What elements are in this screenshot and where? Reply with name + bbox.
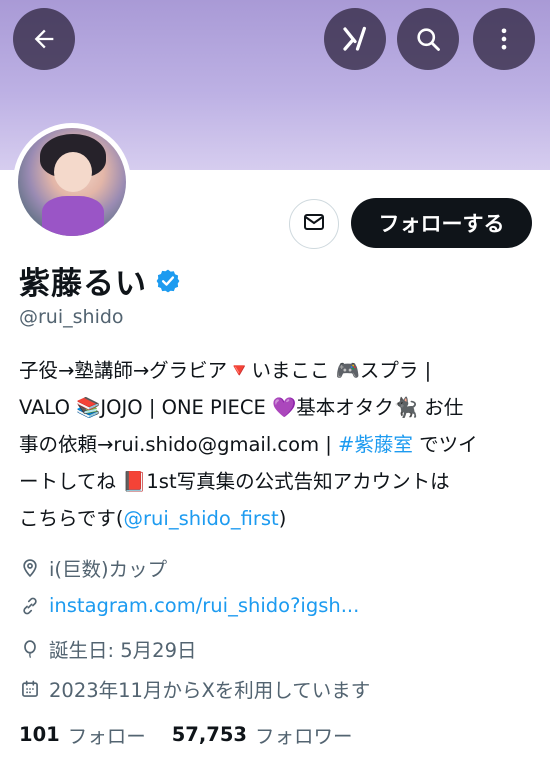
website-link[interactable]: instagram.com/rui_shido?igsh... xyxy=(49,594,359,617)
link-icon xyxy=(19,595,41,617)
bio: 子役→塾講師→グラビア🔻いまここ 🎮スプラ | VALO 📚JOJO | ONE… xyxy=(19,352,529,537)
followers-label: フォロワー xyxy=(254,725,353,748)
location-pin-icon xyxy=(19,557,41,579)
avatar[interactable] xyxy=(13,123,131,241)
message-button[interactable] xyxy=(289,199,339,249)
location-text: i(巨数)カップ xyxy=(49,558,168,581)
bio-line: こちらです(@rui_shido_first) xyxy=(19,500,529,537)
envelope-icon xyxy=(302,210,326,238)
hashtag-link[interactable]: #紫藤室 xyxy=(338,433,413,456)
more-button[interactable] xyxy=(473,8,535,70)
birthday-text: 誕生日: 5月29日 xyxy=(49,639,197,662)
arrow-left-icon xyxy=(30,25,58,53)
back-button[interactable] xyxy=(13,8,75,70)
joined-row: 2023年11月からXを利用しています xyxy=(19,674,370,703)
balloon-icon xyxy=(19,638,41,660)
joined-text: 2023年11月からXを利用しています xyxy=(49,679,371,702)
bio-line: 子役→塾講師→グラビア🔻いまここ 🎮スプラ | xyxy=(19,359,432,382)
verified-badge-icon[interactable] xyxy=(155,268,181,294)
search-button[interactable] xyxy=(397,8,459,70)
bio-text: 事の依頼→rui.shido@gmail.com | xyxy=(19,433,339,456)
grok-icon xyxy=(340,24,370,54)
birthday-row: 誕生日: 5月29日 xyxy=(19,634,197,663)
bio-line: VALO 📚JOJO | ONE PIECE 💜基本オタク🐈‍⬛ お仕 xyxy=(19,396,464,419)
display-name: 紫藤るい xyxy=(19,266,147,302)
following-label: フォロー xyxy=(67,725,146,748)
calendar-icon xyxy=(19,678,41,700)
more-vertical-icon xyxy=(490,25,518,53)
bio-text: ) xyxy=(278,507,287,530)
follow-stats: 101 フォロー 57,753 フォロワー xyxy=(19,720,353,749)
bio-line: 事の依頼→rui.shido@gmail.com | #紫藤室 でツイ xyxy=(19,426,529,463)
bio-text: でツイ xyxy=(412,433,478,456)
followers-link[interactable]: 57,753 フォロワー xyxy=(172,720,353,749)
mention-link[interactable]: @rui_shido_first xyxy=(124,507,279,530)
grok-button[interactable] xyxy=(324,8,386,70)
following-count: 101 xyxy=(19,723,60,746)
location-row: i(巨数)カップ xyxy=(19,553,167,582)
bio-line: ートしてね 📕1st写真集の公式告知アカウントは xyxy=(19,470,450,493)
search-icon xyxy=(414,25,442,53)
follow-button[interactable]: フォローする xyxy=(351,198,532,248)
avatar-image xyxy=(18,128,126,236)
user-handle: @rui_shido xyxy=(19,306,124,328)
website-row: instagram.com/rui_shido?igsh... xyxy=(19,594,359,617)
bio-text: こちらです( xyxy=(19,507,124,530)
followers-count: 57,753 xyxy=(171,723,247,746)
following-link[interactable]: 101 フォロー xyxy=(19,720,146,749)
name-row: 紫藤るい xyxy=(19,258,181,303)
